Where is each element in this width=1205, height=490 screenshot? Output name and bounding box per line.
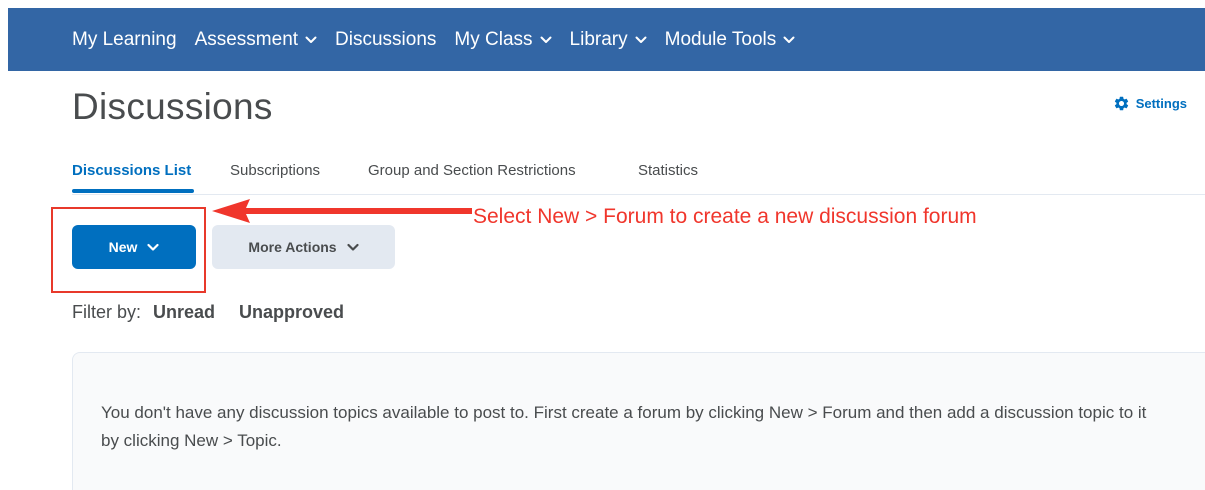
- top-nav: My Learning Assessment Discussions My Cl…: [72, 8, 813, 71]
- more-actions-label: More Actions: [248, 239, 337, 255]
- tab-label: Group and Section Restrictions: [368, 162, 576, 179]
- empty-state-message: You don't have any discussion topics ava…: [101, 403, 1147, 450]
- nav-item-label: My Class: [454, 28, 533, 50]
- gear-icon: [1114, 96, 1128, 111]
- tab-group-and-section-restrictions[interactable]: Group and Section Restrictions: [368, 162, 576, 179]
- settings-label: Settings: [1135, 96, 1187, 111]
- nav-item-discussions[interactable]: Discussions: [335, 29, 436, 51]
- chevron-down-icon: [346, 243, 359, 251]
- nav-item-label: Discussions: [335, 28, 437, 50]
- nav-item-my-learning[interactable]: My Learning: [72, 29, 177, 51]
- chevron-down-icon: [783, 36, 795, 43]
- tab-subscriptions[interactable]: Subscriptions: [230, 162, 320, 179]
- nav-item-label: Module Tools: [664, 28, 777, 50]
- filter-unread[interactable]: Unread: [153, 302, 215, 323]
- empty-state-panel: You don't have any discussion topics ava…: [72, 352, 1205, 490]
- filter-row: Filter by: Unread Unapproved: [72, 302, 368, 323]
- nav-item-label: Library: [569, 28, 628, 50]
- chevron-down-icon: [635, 36, 647, 43]
- active-tab-indicator: [72, 189, 194, 193]
- annotation-highlight-box: [51, 207, 206, 293]
- more-actions-button[interactable]: More Actions: [212, 225, 395, 269]
- nav-item-label: My Learning: [72, 28, 177, 50]
- filter-label: Filter by:: [72, 302, 142, 322]
- annotation-callout-text: Select New > Forum to create a new discu…: [473, 205, 977, 228]
- nav-item-module-tools[interactable]: Module Tools: [665, 29, 796, 51]
- tab-label: Discussions List: [72, 162, 192, 179]
- top-navigation-bar: My Learning Assessment Discussions My Cl…: [8, 8, 1205, 71]
- page-title: Discussions: [72, 86, 273, 127]
- nav-item-my-class[interactable]: My Class: [454, 28, 552, 51]
- arrow-left-icon: [212, 199, 472, 223]
- tab-label: Statistics: [638, 162, 699, 179]
- chevron-down-icon: [305, 36, 317, 43]
- tab-label: Subscriptions: [230, 162, 321, 179]
- tab-bar: Discussions List Subscriptions Group and…: [72, 152, 1205, 195]
- tab-discussions-list[interactable]: Discussions List: [72, 162, 191, 179]
- nav-item-assessment[interactable]: Assessment: [195, 29, 317, 51]
- nav-item-library[interactable]: Library: [570, 29, 647, 51]
- filter-unapproved[interactable]: Unapproved: [239, 302, 344, 323]
- settings-link[interactable]: Settings: [1113, 95, 1187, 112]
- nav-item-label: Assessment: [194, 28, 299, 50]
- tab-statistics[interactable]: Statistics: [638, 162, 698, 179]
- chevron-down-icon: [540, 36, 552, 43]
